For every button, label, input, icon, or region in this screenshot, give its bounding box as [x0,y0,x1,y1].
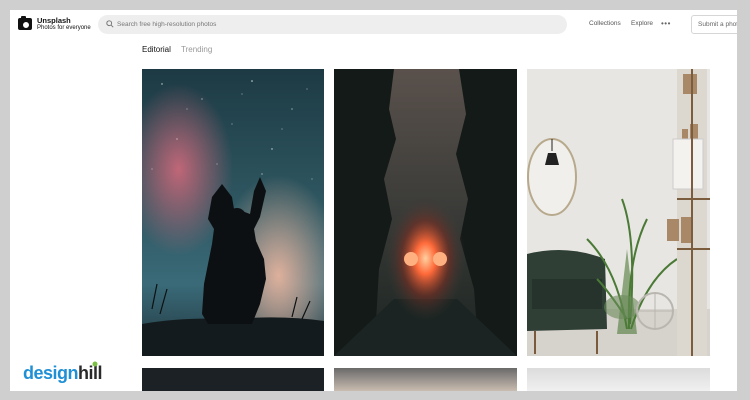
photo-living-room[interactable] [527,69,710,356]
svg-text:design: design [23,363,78,383]
camera-logo-icon[interactable] [18,16,32,30]
tab-editorial[interactable]: Editorial [142,45,171,54]
tab-trending[interactable]: Trending [181,45,212,54]
brand[interactable]: Unsplash Photos for everyone [37,17,91,31]
browser-frame: Unsplash Photos for everyone Collections… [10,10,737,391]
brand-tagline: Photos for everyone [37,24,91,31]
brand-name: Unsplash [37,16,71,25]
photo-row2-3[interactable] [527,368,710,391]
photo-car-foggy-forest[interactable] [334,69,517,356]
photo-silhouette-starry-sky[interactable] [142,69,324,356]
submit-photo-button[interactable]: Submit a photo [691,15,737,34]
more-options-icon[interactable]: ••• [661,19,673,29]
top-header: Unsplash Photos for everyone Collections… [10,10,737,40]
photo-row2-2[interactable] [334,368,517,391]
designhill-watermark-logo: design hill [23,360,113,386]
photo-row2-1[interactable] [142,368,324,391]
search-icon [106,20,114,28]
nav-explore[interactable]: Explore [631,20,653,27]
nav-collections[interactable]: Collections [589,20,621,27]
svg-text:hill: hill [78,363,102,383]
search-bar[interactable] [98,15,567,34]
search-input[interactable] [117,17,547,32]
